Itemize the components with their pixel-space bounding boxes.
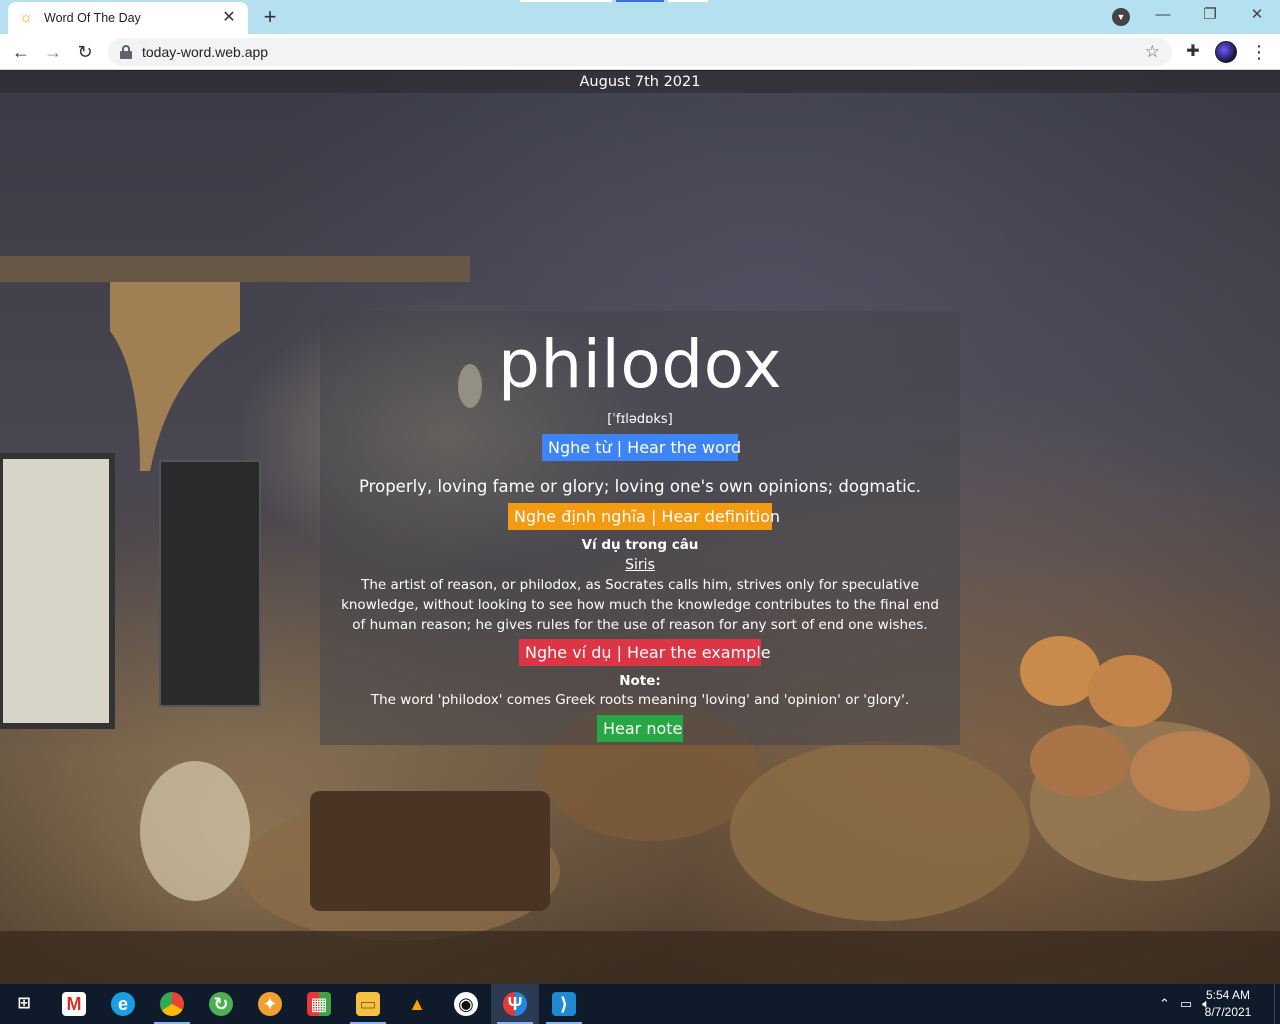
windows-taskbar: ⊞ M e ↻ ✦ ▦ ▭ ▲ ◉ Ψ ⟩ ⌃ ▭ 🔈︎ 5:54 AM 8/7… <box>0 984 1280 1024</box>
red-blue-app-icon: Ψ <box>503 992 527 1016</box>
tab-search-icon[interactable]: ▼ <box>1112 8 1130 26</box>
sun-icon: ☼ <box>19 9 33 26</box>
taskbar-gmail[interactable]: M <box>50 984 98 1024</box>
taskbar-firebase[interactable]: ▲ <box>393 984 441 1024</box>
page-content: August 7th 2021 philodox [ˈfɪlədɒks] Ngh… <box>0 71 1280 984</box>
green-app-icon: ↻ <box>209 992 233 1016</box>
profile-avatar[interactable] <box>1215 41 1237 63</box>
browser-toolbar: ← → ↻ today-word.web.app ☆ ✚ ⋮ <box>0 34 1280 70</box>
phonetic-transcription: [ˈfɪlədɒks] <box>607 412 673 427</box>
example-text: The artist of reason, or philodox, as So… <box>341 577 939 633</box>
note-heading: Note: <box>619 673 661 689</box>
minimize-button[interactable]: — <box>1140 4 1186 28</box>
bookmark-star-icon[interactable]: ☆ <box>1145 42 1160 62</box>
example-source: Siris <box>320 556 960 574</box>
note-text: The word 'philodox' comes Greek roots me… <box>370 692 910 708</box>
taskbar-vscode[interactable]: ⟩ <box>540 984 588 1024</box>
word-title: philodox <box>497 326 783 403</box>
clock-time: 5:54 AM <box>1205 988 1251 1002</box>
restore-button[interactable]: ❐ <box>1187 4 1233 28</box>
taskbar-blocks-app[interactable]: ▦ <box>295 984 343 1024</box>
kebab-menu-icon[interactable]: ⋮ <box>1250 40 1268 64</box>
hear-note-button[interactable]: Hear note <box>597 715 683 742</box>
forward-arrow-icon[interactable]: → <box>40 39 66 65</box>
taskbar-chrome[interactable] <box>148 984 196 1024</box>
network-icon[interactable]: ▭ <box>1180 996 1192 1012</box>
example-heading: Ví dụ trong câu <box>581 537 699 553</box>
chicken-app-icon: ✦ <box>258 992 282 1016</box>
github-icon: ◉ <box>454 992 478 1016</box>
clock-date: 8/7/2021 <box>1204 1005 1252 1019</box>
date-bar: August 7th 2021 <box>0 71 1280 93</box>
reload-icon[interactable]: ↻ <box>72 39 98 65</box>
blocks-app-icon: ▦ <box>307 992 331 1016</box>
hear-example-button[interactable]: Nghe ví dụ | Hear the example <box>519 639 771 666</box>
taskbar-file-explorer[interactable]: ▭ <box>344 984 392 1024</box>
url-text[interactable]: today-word.web.app <box>142 44 1145 60</box>
hear-word-button[interactable]: Nghe từ | Hear the word <box>542 434 741 461</box>
address-bar[interactable]: today-word.web.app ☆ <box>108 38 1172 66</box>
browser-tab-active[interactable]: ☼ Word Of The Day ✕ <box>8 2 248 34</box>
lock-icon[interactable] <box>120 45 132 59</box>
word-card: philodox [ˈfɪlədɒks] Nghe từ | Hear the … <box>320 311 960 745</box>
tab-title: Word Of The Day <box>44 11 141 25</box>
edge-icon: e <box>111 992 135 1016</box>
taskbar-red-blue-app[interactable]: Ψ <box>491 984 539 1024</box>
taskbar-github[interactable]: ◉ <box>442 984 490 1024</box>
start-button[interactable]: ⊞ <box>0 984 48 1024</box>
show-desktop-button[interactable] <box>1274 984 1280 1024</box>
windows-icon: ⊞ <box>17 995 31 1012</box>
extensions-puzzle-icon[interactable]: ✚ <box>1183 42 1203 62</box>
taskbar-clock[interactable]: 5:54 AM 8/7/2021 <box>1198 987 1258 1021</box>
tab-close-icon[interactable]: ✕ <box>220 9 238 27</box>
taskbar-edge[interactable]: e <box>99 984 147 1024</box>
chrome-icon <box>160 992 184 1016</box>
example-source-link[interactable]: Siris <box>625 557 655 573</box>
vscode-icon: ⟩ <box>552 992 576 1016</box>
tab-strip: ☼ Word Of The Day ✕ + ▼ — ❐ ✕ <box>0 0 1280 34</box>
window-close-button[interactable]: ✕ <box>1234 4 1280 28</box>
firebase-icon: ▲ <box>408 994 426 1014</box>
new-tab-button[interactable]: + <box>258 6 282 30</box>
current-date: August 7th 2021 <box>579 74 701 90</box>
back-arrow-icon[interactable]: ← <box>8 39 34 65</box>
folder-icon: ▭ <box>356 992 380 1016</box>
taskbar-green-app[interactable]: ↻ <box>197 984 245 1024</box>
chevron-up-icon[interactable]: ⌃ <box>1159 996 1170 1012</box>
gmail-icon: M <box>62 992 86 1016</box>
definition-text: Properly, loving fame or glory; loving o… <box>359 477 921 496</box>
hear-definition-button[interactable]: Nghe định nghĩa | Hear definition <box>508 503 780 530</box>
taskbar-chicken-app[interactable]: ✦ <box>246 984 294 1024</box>
tab-strip-indicators <box>520 0 708 2</box>
